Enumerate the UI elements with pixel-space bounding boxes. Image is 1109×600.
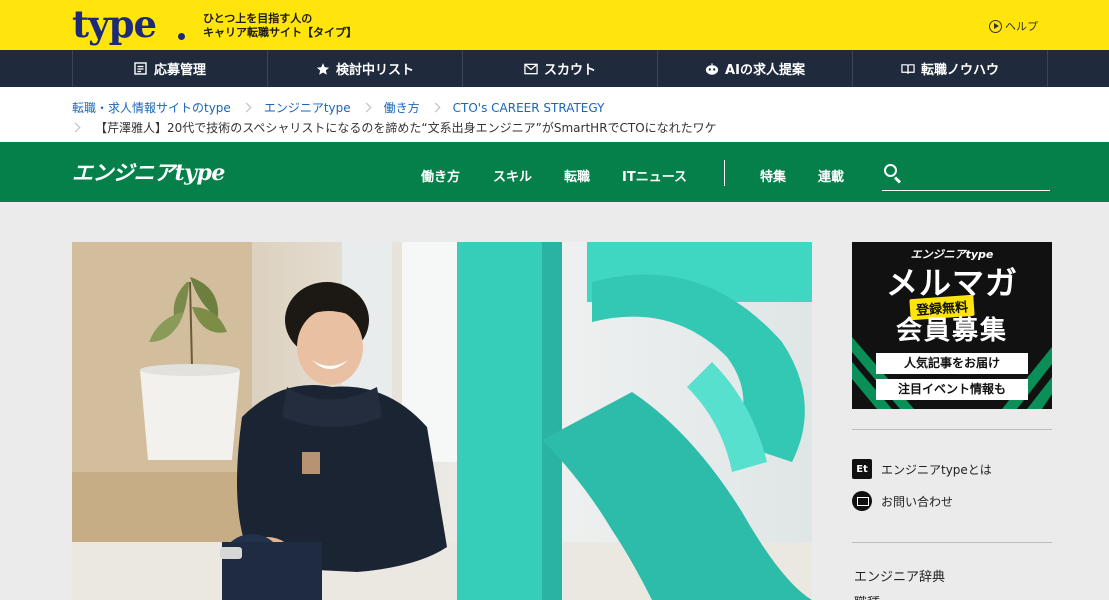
engineer-type-logo[interactable]: エンジニアtype (72, 161, 225, 185)
sidebar-divider (852, 429, 1052, 430)
category-workstyle[interactable]: 働き方 (421, 166, 460, 185)
header-divider (724, 160, 725, 186)
chevron-right-icon (241, 102, 252, 113)
main-nav: 応募管理 検討中リスト スカウト AIの求人提案 転職ノウハウ (0, 50, 1109, 87)
breadcrumb-link-cto-career[interactable]: CTO's CAREER STRATEGY (453, 101, 605, 115)
nav-ai-job-suggestion[interactable]: AIの求人提案 (658, 50, 853, 87)
category-skill[interactable]: スキル (493, 166, 532, 185)
logo-type: type (174, 160, 226, 186)
nav-considering-list[interactable]: 検討中リスト (268, 50, 463, 87)
search-box (882, 162, 1050, 191)
search-icon[interactable] (884, 164, 897, 177)
nav-label: スカウト (543, 63, 596, 78)
play-circle-icon (989, 19, 1002, 33)
help-label: ヘルプ (1005, 20, 1038, 33)
breadcrumb-link-workstyle[interactable]: 働き方 (384, 99, 420, 116)
banner-logo: エンジニアtype (910, 248, 994, 261)
site-tagline: ひとつ上を目指す人の キャリア転職サイト【タイプ】 (203, 12, 357, 40)
chevron-right-icon (430, 102, 441, 113)
ai-robot-icon (705, 62, 719, 76)
breadcrumb-link-type[interactable]: 転職・求人情報サイトのtype (72, 99, 231, 116)
banner-line-2: 注目イベント情報も (876, 379, 1028, 400)
global-header: type ひとつ上を目指す人の キャリア転職サイト【タイプ】 ヘルプ (0, 0, 1109, 50)
envelope-icon (524, 62, 538, 76)
category-series[interactable]: 連載 (818, 166, 844, 185)
registered-mark (178, 33, 185, 40)
mail-icon (852, 491, 872, 511)
banner-line-1: 人気記事をお届け (876, 353, 1028, 374)
book-icon (901, 62, 915, 76)
contact-link-label: お問い合わせ (881, 494, 954, 509)
about-link-label: エンジニアtypeとは (881, 462, 992, 477)
nav-label: AIの求人提案 (725, 63, 805, 78)
sidebar-divider (852, 542, 1052, 543)
et-icon: Et (852, 459, 872, 479)
category-feature[interactable]: 特集 (760, 166, 786, 185)
tagline-line-1: ひとつ上を目指す人の (203, 12, 313, 25)
tagline-line-2: キャリア転職サイト【タイプ】 (203, 26, 357, 39)
type-logo[interactable]: type (72, 4, 157, 44)
chevron-right-icon (361, 102, 372, 113)
article-hero-image (72, 242, 812, 600)
banner-subtitle: 会員募集 (895, 316, 1008, 346)
contact-link[interactable]: お問い合わせ (852, 491, 953, 511)
help-link[interactable]: ヘルプ (989, 18, 1038, 34)
breadcrumb: 転職・求人情報サイトのtype エンジニアtype 働き方 CTO's CARE… (0, 87, 1109, 142)
breadcrumb-link-engineer-type[interactable]: エンジニアtype (264, 99, 351, 116)
star-icon (316, 62, 330, 76)
category-it-news[interactable]: ITニュース (622, 166, 687, 185)
category-career-change[interactable]: 転職 (564, 166, 590, 185)
site-header: エンジニアtype 働き方 スキル 転職 ITニュース 特集 連載 (0, 142, 1109, 202)
logo-katakana: エンジニア (72, 161, 175, 185)
dictionary-item-job-type[interactable]: 職種 (854, 592, 880, 600)
nav-career-knowhow[interactable]: 転職ノウハウ (853, 50, 1048, 87)
search-input[interactable] (908, 162, 1048, 188)
chevron-right-icon (70, 122, 81, 133)
nav-label: 検討中リスト (335, 63, 414, 78)
nav-application-management[interactable]: 応募管理 (73, 50, 268, 87)
application-management-icon (134, 62, 148, 76)
nav-label: 応募管理 (153, 63, 206, 78)
nav-label: 転職ノウハウ (920, 63, 999, 78)
breadcrumb-current: 【芹澤雅人】20代で技術のスペシャリストになるのを諦めた“文系出身エンジニア”が… (95, 121, 717, 135)
nav-scout[interactable]: スカウト (463, 50, 658, 87)
newsletter-banner[interactable]: エンジニアtype メルマガ 登録無料 会員募集 人気記事をお届け 注目イベント… (852, 242, 1052, 409)
about-engineer-type-link[interactable]: Et エンジニアtypeとは (852, 459, 992, 479)
engineer-dictionary-heading[interactable]: エンジニア辞典 (854, 566, 945, 585)
